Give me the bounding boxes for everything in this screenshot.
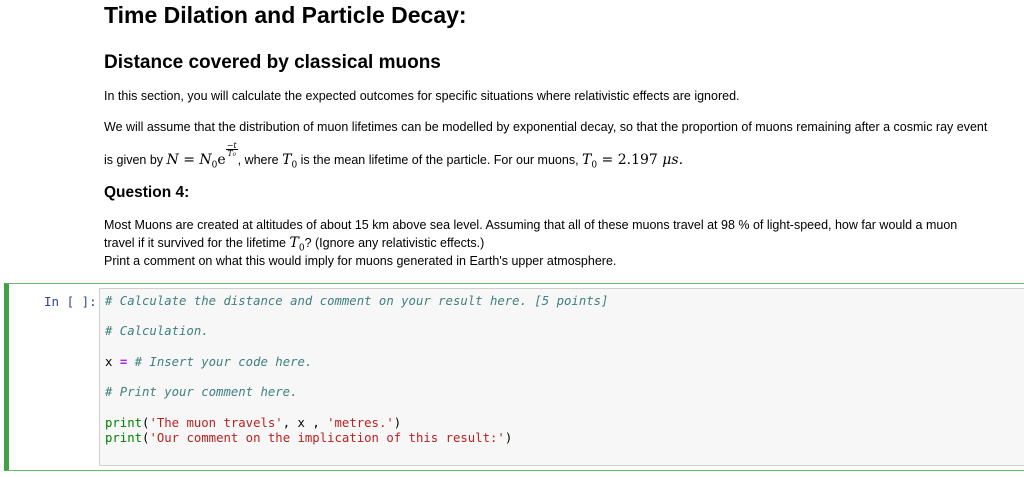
question-line-2-prefix: travel if it survived for the lifetime [104,236,290,250]
question-line-3: Print a comment on what this would imply… [104,254,617,268]
assumption-mid2: is the mean lifetime of the particle. Fo… [297,153,583,167]
code-line-print-1: print('The muon travels', x , 'metres.') [105,416,401,431]
code-line-assign: x = # Insert your code here. [105,355,312,370]
formula-t0b: T [582,152,592,168]
formula-exponent: −t T₀ [225,142,238,158]
code-line-print-2: print('Our comment on the implication of… [105,431,512,446]
intro-paragraph: In this section, you will calculate the … [104,89,740,103]
code-print-keyword: print [105,416,143,430]
exponent-denominator: T₀ [227,149,236,158]
code-line-comment-3: # Print your comment here. [105,385,298,399]
code-inline-comment: # Insert your code here. [134,355,313,369]
code-paren: ) [504,431,513,445]
question-line-2-suffix: ? (Ignore any relativistic effects.) [304,236,485,250]
cell-prompt: In [ ]: [44,294,97,309]
section-heading: Distance covered by classical muons [104,52,441,73]
question-t0: T [289,235,299,251]
formula-n: N [166,152,179,168]
code-paren: ) [393,416,402,430]
question-line-1: Most Muons are created at altitudes of a… [104,218,958,232]
page-title: Time Dilation and Particle Decay: [104,2,467,28]
code-string: 'metres.' [327,416,394,430]
code-args: , x , [282,416,328,430]
code-print-keyword: print [105,431,143,445]
formula-equals: = [178,152,200,168]
question-title: Question 4: [104,184,190,201]
code-line-comment-1: # Calculate the distance and comment on … [105,294,609,308]
formula-unit: μs. [662,152,684,168]
code-equals: = [119,355,128,369]
code-string: 'The muon travels' [149,416,283,430]
assumption-prefix: is given by [104,153,167,167]
formula-value: = 2.197 [597,152,663,168]
assumption-line-2: is given by N = N0e −t T₀, where T0 is the… [104,142,683,175]
code-var-x: x [105,355,113,369]
assumption-line-1: We will assume that the distribution of … [104,120,988,134]
formula-n0: N [199,152,212,168]
formula-e: e [217,152,226,168]
assumption-mid: , where [237,153,283,167]
code-line-comment-2: # Calculation. [105,324,209,338]
code-string: 'Our comment on the implication of this … [149,431,505,445]
